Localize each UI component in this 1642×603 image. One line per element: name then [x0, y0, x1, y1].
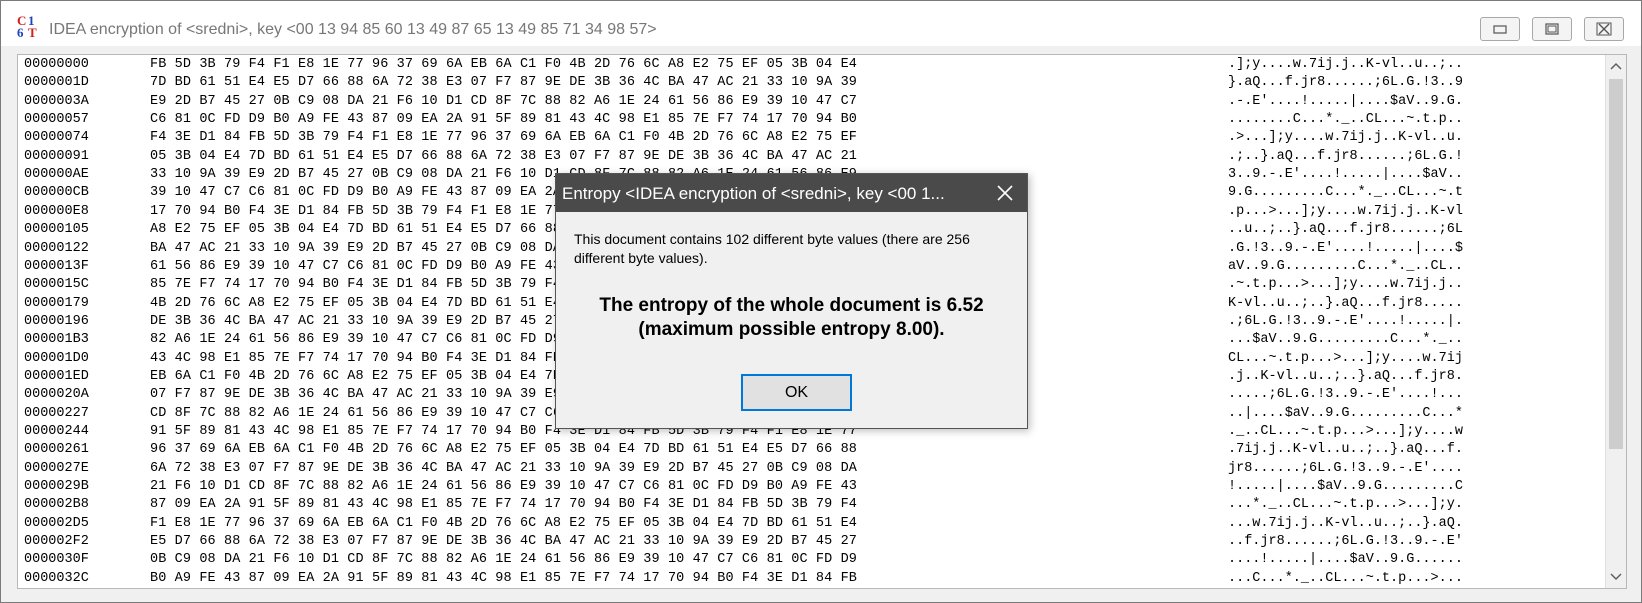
- hex-row-address: 000001B3: [24, 332, 89, 348]
- ok-button-label: OK: [784, 384, 809, 401]
- hex-row-address: 00000105: [24, 222, 89, 238]
- hex-row-bytes[interactable]: 05 3B 04 E4 7D BD 61 51 E4 E5 D7 66 88 6…: [150, 148, 857, 166]
- hex-row-address: 00000227: [24, 405, 89, 421]
- hex-row-address: 0000030F: [24, 552, 89, 568]
- hex-row-address: 00000000: [24, 57, 89, 72]
- hex-row-address: 000002B8: [24, 497, 89, 513]
- hex-row-address: 000000E8: [24, 203, 89, 219]
- hex-row-address: 00000261: [24, 442, 89, 458]
- hex-row-ascii[interactable]: .~.t.p...>...];y....w.7ij.j..: [1228, 276, 1463, 294]
- hex-row-address: 00000122: [24, 240, 89, 256]
- hex-row-ascii[interactable]: .>...];y....w.7ij.j..K-vl..u.: [1228, 129, 1463, 147]
- hex-row-ascii[interactable]: .p...>...];y....w.7ij.j..K-vl: [1228, 203, 1463, 221]
- hex-row-ascii[interactable]: aV..9.G.........C...*._..CL..: [1228, 258, 1463, 276]
- hex-row-bytes[interactable]: F1 E8 1E 77 96 37 69 6A EB 6A C1 F0 4B 2…: [150, 515, 857, 533]
- hex-row-address: 00000057: [24, 112, 89, 128]
- hex-row-ascii[interactable]: ..|....$aV..9.G.........C...*: [1228, 405, 1463, 423]
- hex-row-ascii[interactable]: ..u..;..}.aQ...f.jr8......;6L: [1228, 221, 1463, 239]
- hex-row-address: 000002F2: [24, 534, 89, 550]
- dialog-titlebar[interactable]: Entropy <IDEA encryption of <sredni>, ke…: [556, 174, 1027, 212]
- entropy-result: The entropy of the whole document is 6.5…: [556, 294, 1027, 342]
- dialog-title: Entropy <IDEA encryption of <sredni>, ke…: [562, 184, 945, 203]
- hex-row-ascii[interactable]: .7ij.j..K-vl..u..;..}.aQ...f.: [1228, 441, 1463, 459]
- hex-row-bytes[interactable]: B0 A9 FE 43 87 09 EA 2A 91 5F 89 81 43 4…: [150, 570, 857, 588]
- hex-row-ascii[interactable]: !.....|....$aV..9.G.........C: [1228, 478, 1463, 496]
- maximize-icon: [1545, 23, 1559, 35]
- hex-row-address: 000002D5: [24, 515, 89, 531]
- hex-row-address: 00000074: [24, 130, 89, 146]
- hex-row-bytes[interactable]: 7D BD 61 51 E4 E5 D7 66 88 6A 72 38 E3 0…: [150, 74, 857, 92]
- scrollbar-thumb[interactable]: [1609, 79, 1623, 449]
- hex-row-address: 0000032C: [24, 570, 89, 586]
- hex-row-ascii[interactable]: ........C...*._..CL...~.t.p..: [1228, 111, 1463, 129]
- hex-row-address: 00000196: [24, 313, 89, 329]
- hex-row-address: 0000029B: [24, 479, 89, 495]
- hex-row-bytes[interactable]: 87 09 EA 2A 91 5F 89 81 43 4C 98 E1 85 7…: [150, 496, 857, 514]
- hex-row-bytes[interactable]: FB 5D 3B 79 F4 F1 E8 1E 77 96 37 69 6A E…: [150, 56, 857, 74]
- hex-row-ascii[interactable]: .G.!3..9.-.E'....!.....|....$: [1228, 240, 1463, 258]
- hex-row-address: 000001ED: [24, 368, 89, 384]
- ok-button[interactable]: OK: [741, 374, 852, 411]
- hex-row-address: 00000244: [24, 424, 89, 439]
- hex-row-ascii[interactable]: ..f.jr8......;6L.G.!3..9.-.E': [1228, 533, 1463, 551]
- entropy-result-line2: (maximum possible entropy 8.00).: [638, 319, 945, 340]
- hex-row-address: 000001D0: [24, 350, 89, 366]
- hex-row-bytes[interactable]: F4 3E D1 84 FB 5D 3B 79 F4 F1 E8 1E 77 9…: [150, 129, 857, 147]
- hex-row-address: 0000020A: [24, 387, 89, 403]
- maximize-button[interactable]: [1532, 17, 1572, 41]
- hex-row-bytes[interactable]: 6A 72 38 E3 07 F7 87 9E DE 3B 36 4C BA 4…: [150, 460, 857, 478]
- minimize-icon: [1493, 25, 1507, 34]
- window-title: IDEA encryption of <sredni>, key <00 13 …: [49, 21, 657, 38]
- hex-row-address: 00000091: [24, 148, 89, 164]
- entropy-result-line1: The entropy of the whole document is 6.5…: [599, 295, 984, 316]
- hex-row-ascii[interactable]: CL...~.t.p...>...];y....w.7ij: [1228, 350, 1463, 368]
- scroll-up-arrow-icon[interactable]: [1608, 59, 1624, 75]
- hex-row-ascii[interactable]: .-.E'....!.....|....$aV..9.G.: [1228, 93, 1463, 111]
- hex-row-ascii[interactable]: K-vl..u..;..}.aQ...f.jr8.....: [1228, 295, 1463, 313]
- hex-row-ascii[interactable]: ....!.....|....$aV..9.G......: [1228, 551, 1463, 569]
- hex-row-ascii[interactable]: .j..K-vl..u..;..}.aQ...f.jr8.: [1228, 368, 1463, 386]
- byte-values-info: This document contains 102 different byt…: [574, 231, 970, 266]
- hex-row-ascii[interactable]: }.aQ...f.jr8......;6L.G.!3..9: [1228, 74, 1463, 92]
- hex-row-address: 0000027E: [24, 460, 89, 476]
- hex-row-ascii[interactable]: ...$aV..9.G.........C...*._..: [1228, 331, 1463, 349]
- hex-row-ascii[interactable]: .....;6L.G.!3..9.-.E'....!...: [1228, 386, 1463, 404]
- hex-row-bytes[interactable]: E5 D7 66 88 6A 72 38 E3 07 F7 87 9E DE 3…: [150, 533, 857, 551]
- hex-row-ascii[interactable]: 3..9.-.E'....!.....|....$aV..: [1228, 166, 1463, 184]
- close-window-button[interactable]: [1584, 17, 1624, 41]
- cryptool-logo-icon: C16T: [17, 13, 37, 40]
- vertical-scrollbar[interactable]: [1605, 55, 1626, 588]
- hex-row-bytes[interactable]: 21 F6 10 D1 CD 8F 7C 88 82 A6 1E 24 61 5…: [150, 478, 857, 496]
- hex-row-ascii[interactable]: 9.G.........C...*._..CL...~.t: [1228, 184, 1463, 202]
- hex-row-address: 0000003A: [24, 93, 89, 109]
- hex-row-bytes[interactable]: 96 37 69 6A EB 6A C1 F0 4B 2D 76 6C A8 E…: [150, 441, 857, 459]
- close-icon: [1596, 22, 1612, 36]
- hex-row-bytes[interactable]: 0B C9 08 DA 21 F6 10 D1 CD 8F 7C 88 82 A…: [150, 551, 857, 569]
- dialog-close-icon[interactable]: [995, 183, 1015, 203]
- hex-row-ascii[interactable]: .;6L.G.!3..9.-.E'....!.....|.: [1228, 313, 1463, 331]
- window-titlebar[interactable]: C16T IDEA encryption of <sredni>, key <0…: [1, 1, 1641, 46]
- hex-row-address: 00000179: [24, 295, 89, 311]
- minimize-button[interactable]: [1480, 17, 1520, 41]
- hex-row-ascii[interactable]: jr8......;6L.G.!3..9.-.E'....: [1228, 460, 1463, 478]
- hex-row-ascii[interactable]: .];y....w.7ij.j..K-vl..u..;..: [1228, 56, 1463, 74]
- hex-row-bytes[interactable]: C6 81 0C FD D9 B0 A9 FE 43 87 09 EA 2A 9…: [150, 111, 857, 129]
- scroll-down-arrow-icon[interactable]: [1608, 568, 1624, 584]
- hex-row-address: 0000013F: [24, 258, 89, 274]
- hex-row-ascii[interactable]: ...C...*._..CL...~.t.p...>...: [1228, 570, 1463, 588]
- hex-row-address: 0000015C: [24, 277, 89, 293]
- hex-row-address: 0000001D: [24, 75, 89, 91]
- hex-row-address: 000000AE: [24, 167, 89, 183]
- hex-row-ascii[interactable]: ...w.7ij.j..K-vl..u..;..}.aQ.: [1228, 515, 1463, 533]
- hex-row-address: 000000CB: [24, 185, 89, 201]
- entropy-dialog: Entropy <IDEA encryption of <sredni>, ke…: [555, 173, 1028, 429]
- hex-row-ascii[interactable]: .;..}.aQ...f.jr8......;6L.G.!: [1228, 148, 1463, 166]
- hex-row-bytes[interactable]: E9 2D B7 45 27 0B C9 08 DA 21 F6 10 D1 C…: [150, 93, 857, 111]
- hex-row-ascii[interactable]: ._..CL...~.t.p...>...];y....w: [1228, 423, 1463, 441]
- hex-row-ascii[interactable]: ...*._..CL...~.t.p...>...];y.: [1228, 496, 1463, 514]
